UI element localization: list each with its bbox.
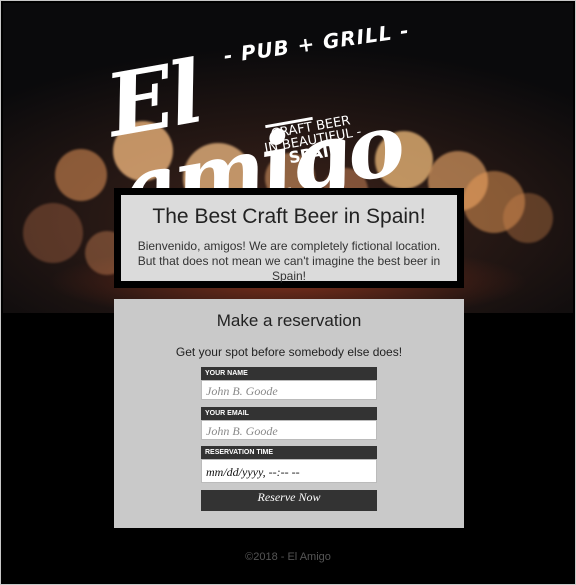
time-field-group: RESERVATION TIME mm/dd/yyyy, --:-- -- [201, 446, 377, 483]
headline-title: The Best Craft Beer in Spain! [152, 205, 426, 228]
page: - PUB + GRILL - El amigo CRAFT BEER IN B… [0, 0, 576, 585]
bokeh-light [503, 193, 553, 243]
email-label: YOUR EMAIL [201, 407, 377, 420]
name-field-group: YOUR NAME John B. Goode [201, 367, 377, 400]
bokeh-light [55, 149, 107, 201]
headline-text: Bienvenido, amigos! We are completely fi… [137, 239, 441, 283]
time-label: RESERVATION TIME [201, 446, 377, 459]
email-input[interactable]: John B. Goode [201, 420, 377, 440]
headline-panel: The Best Craft Beer in Spain! Bienvenido… [121, 195, 457, 283]
reservation-title: Make a reservation [216, 311, 362, 330]
headline-box: The Best Craft Beer in Spain! Bienvenido… [114, 188, 464, 288]
el-amigo-logo: - PUB + GRILL - El amigo CRAFT BEER IN B… [99, 13, 473, 242]
email-field-group: YOUR EMAIL John B. Goode [201, 407, 377, 440]
reservation-time-input[interactable]: mm/dd/yyyy, --:-- -- [201, 459, 377, 483]
name-input[interactable]: John B. Goode [201, 380, 377, 400]
footer-copyright: ©2018 - El Amigo [245, 551, 331, 563]
reserve-now-button[interactable]: Reserve Now [201, 490, 377, 511]
reservation-subtitle: Get your spot before somebody else does! [175, 345, 403, 359]
name-label: YOUR NAME [201, 367, 377, 380]
bokeh-light [23, 203, 83, 263]
reservation-form: Make a reservation Get your spot before … [114, 299, 464, 528]
